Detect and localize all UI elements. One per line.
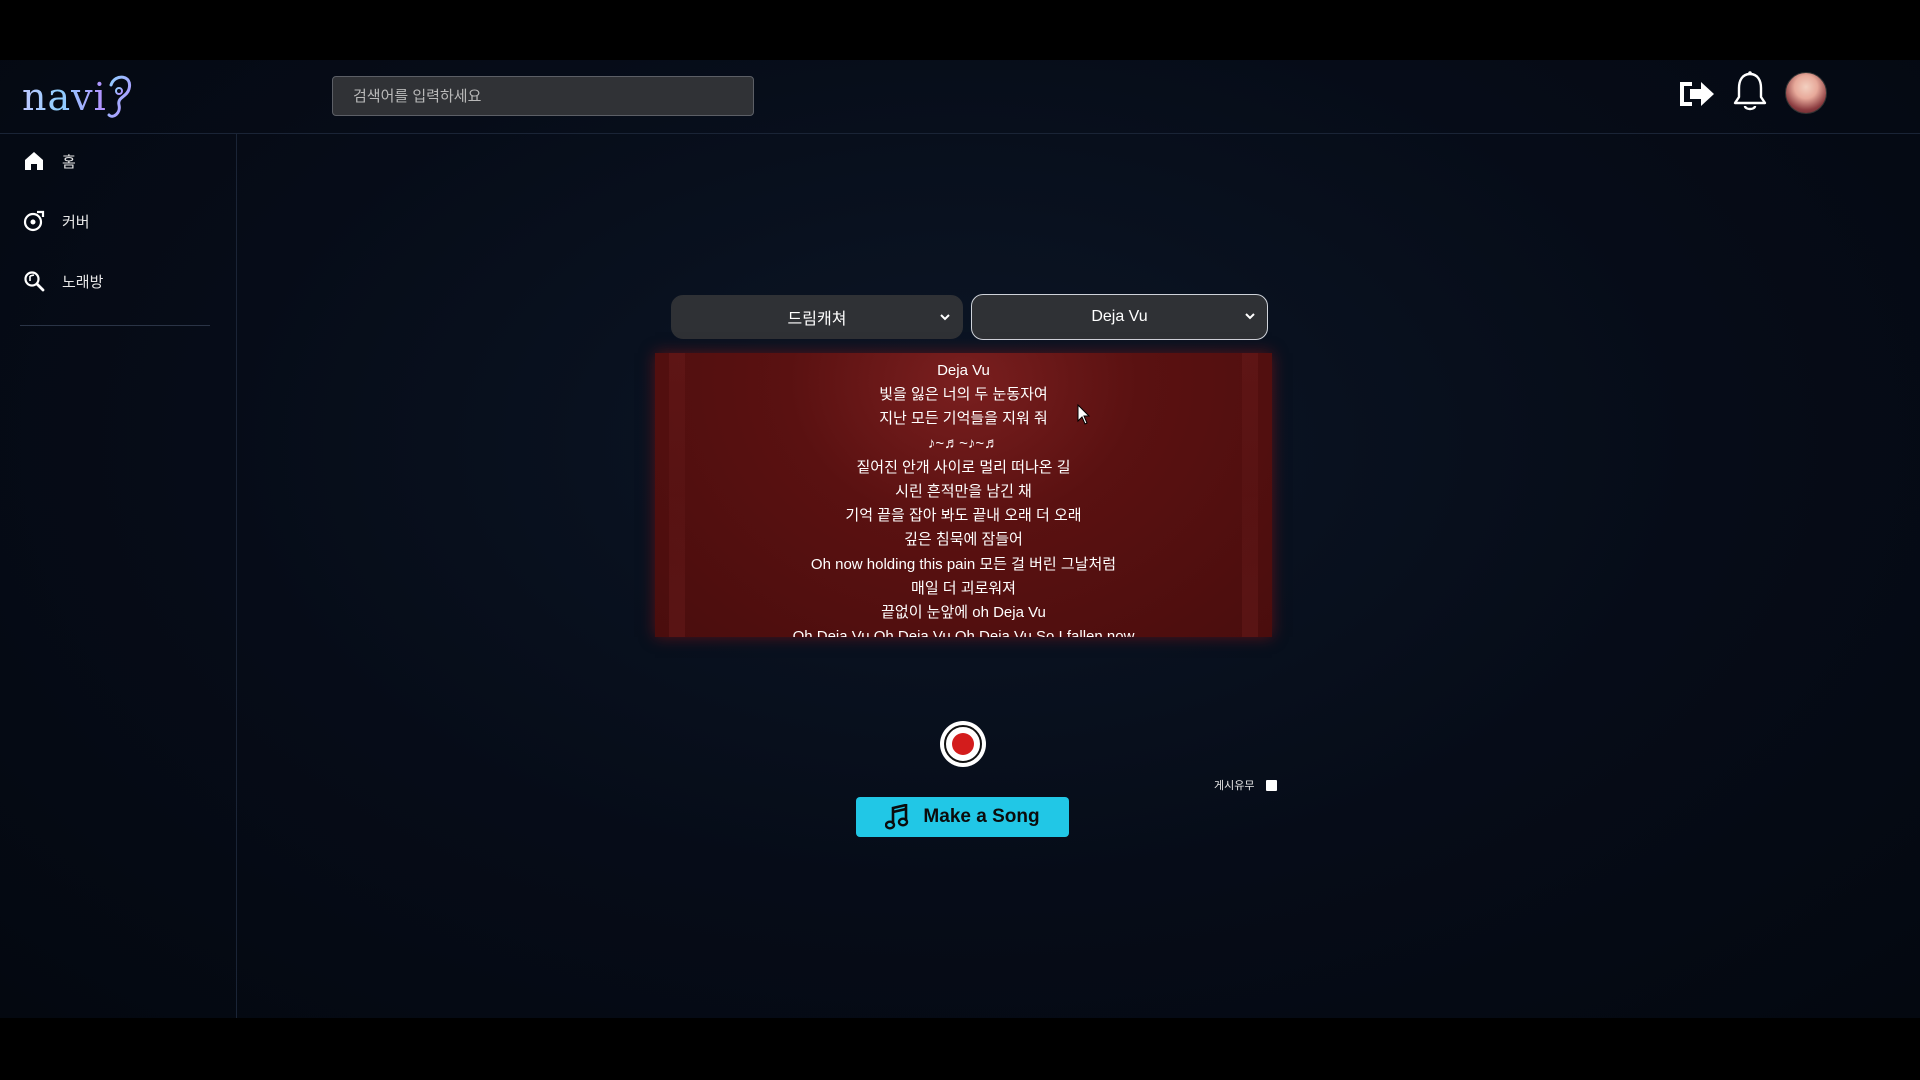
make-song-label: Make a Song	[923, 806, 1040, 827]
top-bar: navi	[0, 60, 1920, 134]
lyrics-panel[interactable]: Deja Vu 빛을 잃은 너의 두 눈동자여 지난 모든 기억들을 지워 줘 …	[655, 353, 1272, 637]
lyric-line: 지난 모든 기억들을 지워 줘	[879, 410, 1048, 428]
app-window: navi 홈	[0, 60, 1920, 1018]
search-input[interactable]	[332, 76, 754, 116]
sidebar-item-label: 커버	[62, 213, 90, 231]
lyric-line: Oh Deja Vu Oh Deja Vu Oh Deja Vu So I fa…	[792, 628, 1135, 637]
home-icon	[25, 152, 43, 170]
lyric-line: 깊은 침묵에 잠들어	[904, 531, 1023, 549]
music-note-icon	[885, 804, 909, 830]
avatar[interactable]	[1785, 72, 1827, 114]
mouse-cursor-icon	[1077, 404, 1091, 425]
publish-label: 게시유무	[1214, 780, 1255, 792]
logo[interactable]: navi	[22, 72, 135, 122]
lyric-line: Deja Vu	[937, 362, 990, 379]
logo-text: navi	[22, 75, 107, 119]
cover-icon	[23, 210, 45, 232]
lyric-line: 매일 더 괴로워져	[911, 579, 1016, 597]
sidebar-item-label: 노래방	[62, 273, 104, 291]
artist-select-value: 드림캐쳐	[787, 311, 847, 328]
lyric-line: ♪~♬~♪~♬	[927, 434, 1000, 452]
record-dot-icon	[952, 733, 974, 755]
sidebar-divider	[20, 325, 210, 326]
lyric-line: 시린 흔적만을 남긴 채	[895, 483, 1032, 501]
record-ring	[944, 725, 982, 763]
chevron-down-icon	[940, 314, 950, 321]
lyric-line: 끝없이 눈앞에 oh Deja Vu	[881, 604, 1046, 622]
publish-checkbox[interactable]	[1266, 779, 1278, 791]
bell-icon[interactable]	[1732, 70, 1768, 119]
publish-toggle: 게시유무	[1214, 776, 1278, 794]
sidebar-item-label: 홈	[62, 153, 76, 171]
sidebar: 홈 커버 노래방	[0, 134, 237, 1018]
lyric-line: Oh now holding this pain 모든 걸 버린 그날처럼	[810, 555, 1117, 573]
song-select-value: Deja Vu	[1091, 308, 1148, 325]
lyric-line: 짙어진 안개 사이로 멀리 떠나온 길	[856, 458, 1071, 476]
chevron-down-icon	[1245, 313, 1255, 320]
song-select[interactable]: Deja Vu	[971, 294, 1268, 340]
sidebar-item-karaoke[interactable]: 노래방	[22, 266, 103, 296]
make-song-button[interactable]: Make a Song	[856, 797, 1069, 837]
logout-icon[interactable]	[1676, 76, 1716, 117]
lyrics-list: Deja Vu 빛을 잃은 너의 두 눈동자여 지난 모든 기억들을 지워 줘 …	[655, 359, 1272, 637]
lyric-line: 기억 끝을 잡아 봐도 끝내 오래 더 오래	[845, 507, 1082, 525]
artist-select[interactable]: 드림캐쳐	[671, 295, 963, 339]
sidebar-item-cover[interactable]: 커버	[22, 206, 90, 236]
karaoke-search-icon	[24, 271, 45, 292]
logo-mark-icon	[107, 75, 131, 118]
record-button[interactable]	[940, 721, 986, 767]
lyric-line: 빛을 잃은 너의 두 눈동자여	[879, 386, 1048, 404]
sidebar-item-home[interactable]: 홈	[22, 146, 76, 176]
